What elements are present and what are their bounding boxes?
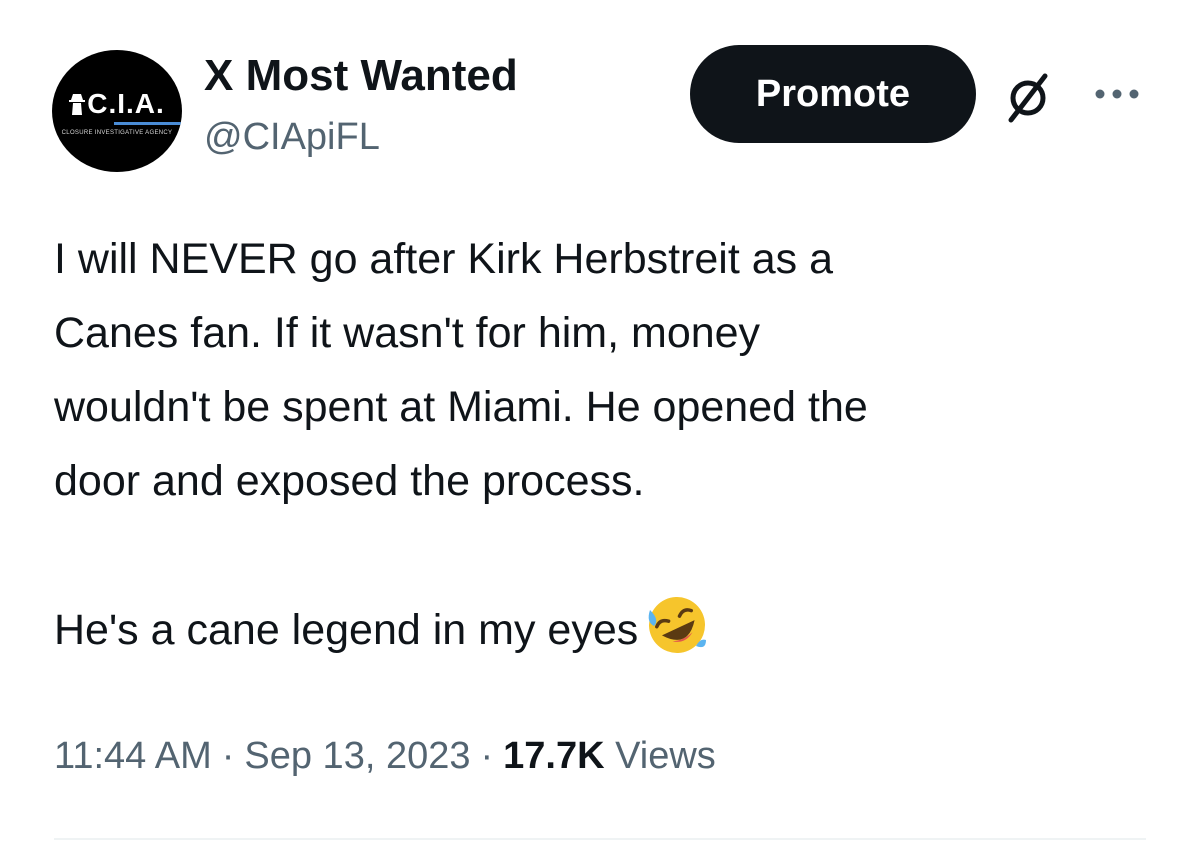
user-handle[interactable]: @CIApiFL bbox=[204, 114, 380, 160]
views-label: Views bbox=[615, 735, 716, 777]
tweet-text: I will NEVER go after Kirk Herbstreit as… bbox=[54, 222, 1154, 667]
divider bbox=[54, 838, 1146, 840]
grok-slash-icon[interactable] bbox=[1002, 70, 1054, 124]
meta-separator: · bbox=[480, 735, 494, 777]
avatar[interactable]: C.I.A. CLOSURE INVESTIGATIVE AGENCY bbox=[52, 50, 182, 172]
avatar-logo-text: C.I.A. bbox=[87, 88, 165, 119]
display-name[interactable]: X Most Wanted bbox=[204, 50, 518, 102]
tweet-paragraph-text: He's a cane legend in my eyes bbox=[54, 606, 639, 654]
avatar-subtitle: CLOSURE INVESTIGATIVE AGENCY bbox=[61, 130, 173, 136]
promote-button[interactable]: Promote bbox=[690, 45, 976, 143]
tweet: C.I.A. CLOSURE INVESTIGATIVE AGENCY X Mo… bbox=[0, 0, 1200, 863]
tweet-date[interactable]: Sep 13, 2023 bbox=[244, 735, 470, 777]
views-count: 17.7K bbox=[503, 735, 605, 777]
rolling-on-the-floor-laughing-emoji bbox=[648, 597, 707, 653]
avatar-underline bbox=[114, 122, 182, 125]
avatar-logo: C.I.A. bbox=[52, 88, 182, 120]
detective-hat-icon bbox=[69, 94, 86, 115]
tweet-paragraph: He's a cane legend in my eyes bbox=[54, 592, 1154, 667]
meta-separator: · bbox=[221, 735, 235, 777]
more-horizontal-icon[interactable] bbox=[1092, 84, 1142, 104]
tweet-paragraph: I will NEVER go after Kirk Herbstreit as… bbox=[54, 235, 868, 505]
tweet-time[interactable]: 11:44 AM bbox=[54, 735, 212, 777]
tweet-meta: 11:44 AM · Sep 13, 2023 · 17.7K Views bbox=[54, 728, 716, 784]
